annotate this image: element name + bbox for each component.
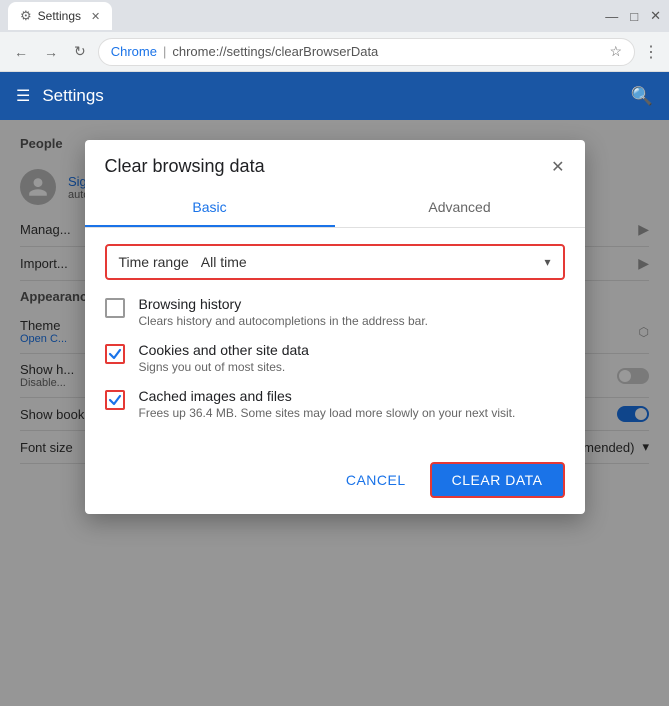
cookies-content: Cookies and other site data Signs you ou… (139, 342, 309, 374)
time-range-arrow-icon: ▾ (544, 255, 550, 269)
url-bar[interactable]: Chrome | chrome://settings/clearBrowserD… (98, 38, 635, 66)
forward-button[interactable]: → (40, 42, 62, 62)
browser-menu-button[interactable]: ⋮ (643, 42, 659, 62)
browsing-history-content: Browsing history Clears history and auto… (139, 296, 429, 328)
chrome-label: Chrome (111, 44, 157, 59)
dialog-body: Time range All time Last hour Last 24 ho… (85, 228, 585, 450)
settings-background: People Sign in automa... Manag... ▶ Impo… (0, 120, 669, 706)
dialog-close-button[interactable]: ✕ (551, 157, 564, 177)
settings-page-title: Settings (42, 86, 103, 106)
address-bar: ← → ↻ Chrome | chrome://settings/clearBr… (0, 32, 669, 72)
browsing-history-desc: Clears history and autocompletions in th… (139, 314, 429, 328)
tab-title: Settings (38, 9, 81, 23)
title-bar: ⚙ Settings ✕ — □ ✕ (0, 0, 669, 32)
minimize-button[interactable]: — (605, 9, 618, 24)
tab-basic[interactable]: Basic (85, 189, 335, 227)
close-window-button[interactable]: ✕ (650, 8, 661, 24)
bookmark-star-icon[interactable]: ☆ (609, 43, 622, 60)
tab-close-button[interactable]: ✕ (91, 10, 100, 23)
time-range-label: Time range (119, 254, 189, 270)
tab-advanced[interactable]: Advanced (335, 189, 585, 227)
time-range-select[interactable]: All time Last hour Last 24 hours Last 7 … (201, 254, 533, 270)
dialog-header: Clear browsing data ✕ (85, 140, 585, 177)
dialog-footer: CANCEL CLEAR DATA (85, 450, 585, 514)
cookies-checkbox[interactable] (105, 344, 125, 364)
modal-overlay: Clear browsing data ✕ Basic Advanced Tim… (0, 120, 669, 706)
reload-button[interactable]: ↻ (70, 41, 90, 62)
clear-data-button[interactable]: CLEAR DATA (430, 462, 565, 498)
url-path: chrome://settings/clearBrowserData (172, 44, 378, 59)
settings-search-icon[interactable]: 🔍 (631, 86, 653, 107)
settings-favicon-icon: ⚙ (20, 8, 32, 24)
cookies-desc: Signs you out of most sites. (139, 360, 309, 374)
hamburger-menu-icon[interactable]: ☰ (16, 86, 30, 106)
browsing-history-label: Browsing history (139, 296, 429, 312)
cancel-button[interactable]: CANCEL (330, 464, 422, 496)
clear-browsing-data-dialog: Clear browsing data ✕ Basic Advanced Tim… (85, 140, 585, 514)
url-separator: | (163, 44, 166, 59)
cached-images-content: Cached images and files Frees up 36.4 MB… (139, 388, 516, 420)
window-controls: — □ ✕ (605, 8, 661, 24)
back-button[interactable]: ← (10, 42, 32, 62)
cookies-item: Cookies and other site data Signs you ou… (105, 342, 565, 374)
cached-images-checkbox[interactable] (105, 390, 125, 410)
dialog-tabs: Basic Advanced (85, 189, 585, 228)
cookies-label: Cookies and other site data (139, 342, 309, 358)
maximize-button[interactable]: □ (630, 9, 638, 24)
tab-strip: ⚙ Settings ✕ (8, 2, 112, 30)
browsing-history-checkbox[interactable] (105, 298, 125, 318)
dialog-title: Clear browsing data (105, 156, 265, 177)
cached-images-desc: Frees up 36.4 MB. Some sites may load mo… (139, 406, 516, 420)
time-range-row[interactable]: Time range All time Last hour Last 24 ho… (105, 244, 565, 280)
browsing-history-item: Browsing history Clears history and auto… (105, 296, 565, 328)
cached-images-label: Cached images and files (139, 388, 516, 404)
cached-images-item: Cached images and files Frees up 36.4 MB… (105, 388, 565, 420)
active-tab[interactable]: ⚙ Settings ✕ (8, 2, 112, 30)
settings-header: ☰ Settings 🔍 (0, 72, 669, 120)
